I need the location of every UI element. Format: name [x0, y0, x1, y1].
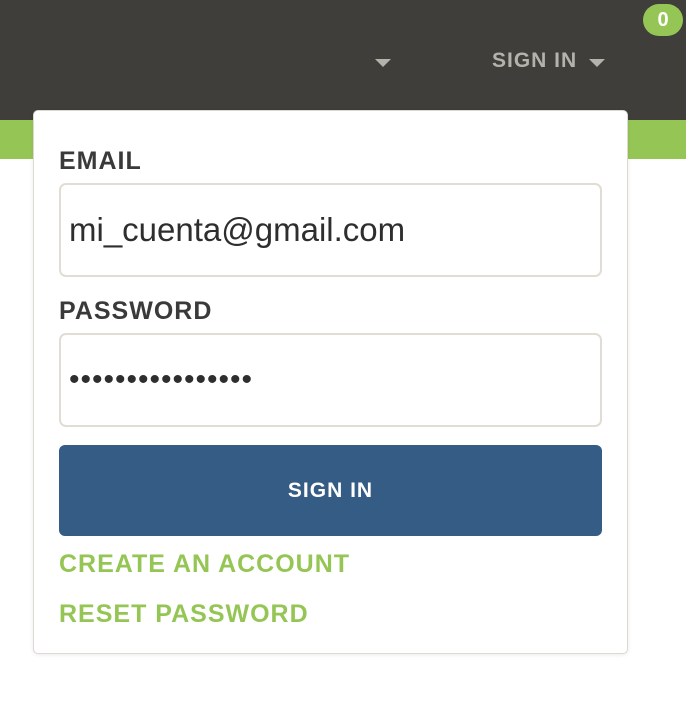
create-account-link[interactable]: CREATE AN ACCOUNT — [59, 550, 350, 579]
password-label: PASSWORD — [59, 297, 213, 325]
sign-in-button[interactable]: SIGN IN — [59, 445, 602, 536]
sign-in-menu-toggle[interactable]: SIGN IN — [492, 47, 606, 75]
sign-in-dropdown-panel: EMAIL mi_cuenta@gmail.com PASSWORD •••••… — [33, 110, 628, 654]
email-label: EMAIL — [59, 147, 142, 175]
reset-password-link[interactable]: RESET PASSWORD — [59, 600, 309, 629]
password-field[interactable]: •••••••••••••••• — [59, 333, 602, 427]
top-navigation-bar: SIGN IN 0 — [0, 0, 686, 120]
sign-in-menu-label: SIGN IN — [492, 49, 578, 72]
caret-down-icon[interactable] — [375, 59, 391, 67]
email-field[interactable]: mi_cuenta@gmail.com — [59, 183, 602, 277]
caret-down-icon — [589, 58, 606, 67]
cart-count-badge[interactable]: 0 — [643, 4, 683, 36]
